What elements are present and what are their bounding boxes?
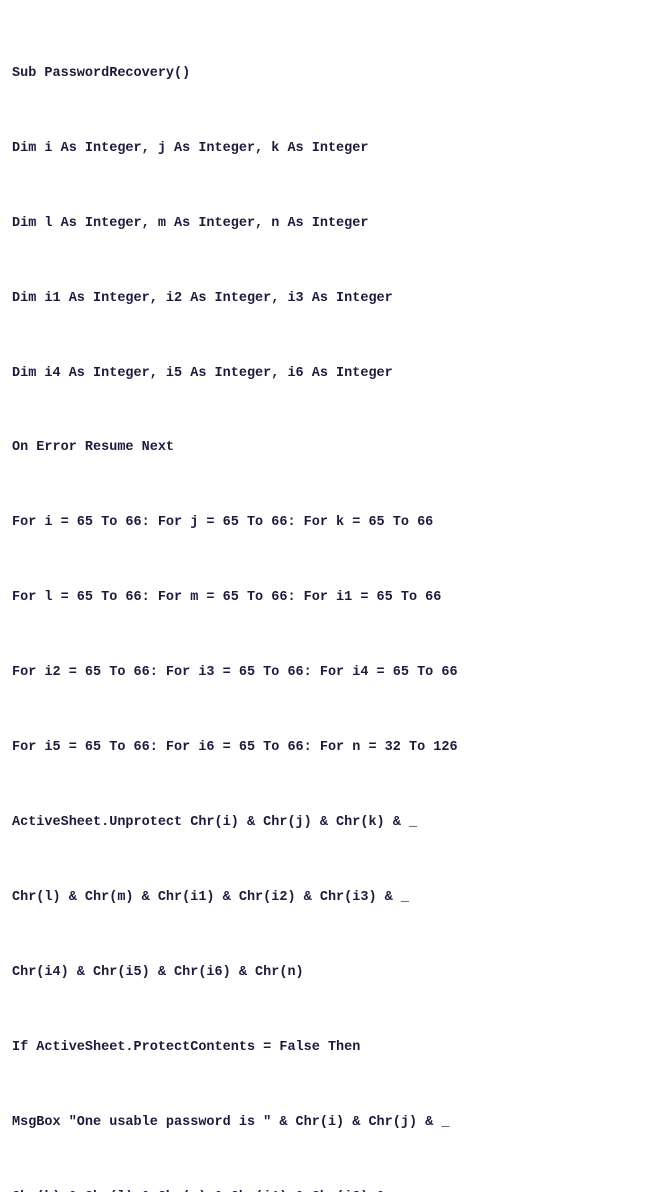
code-line: For i2 = 65 To 66: For i3 = 65 To 66: Fo…: [12, 661, 641, 686]
code-line: For i5 = 65 To 66: For i6 = 65 To 66: Fo…: [12, 736, 641, 761]
code-line: MsgBox "One usable password is " & Chr(i…: [12, 1111, 641, 1136]
code-line: Dim l As Integer, m As Integer, n As Int…: [12, 212, 641, 237]
vba-code-block: Sub PasswordRecovery() Dim i As Integer,…: [12, 12, 641, 1192]
code-line: Sub PasswordRecovery(): [12, 62, 641, 87]
code-line: Chr(l) & Chr(m) & Chr(i1) & Chr(i2) & Ch…: [12, 886, 641, 911]
code-line: Dim i4 As Integer, i5 As Integer, i6 As …: [12, 362, 641, 387]
code-line: ActiveSheet.Unprotect Chr(i) & Chr(j) & …: [12, 811, 641, 836]
code-line: Chr(i4) & Chr(i5) & Chr(i6) & Chr(n): [12, 961, 641, 986]
code-line: Dim i1 As Integer, i2 As Integer, i3 As …: [12, 287, 641, 312]
code-line: Chr(k) & Chr(l) & Chr(m) & Chr(i1) & Chr…: [12, 1186, 641, 1192]
code-line: For i = 65 To 66: For j = 65 To 66: For …: [12, 511, 641, 536]
code-line: Dim i As Integer, j As Integer, k As Int…: [12, 137, 641, 162]
code-line: For l = 65 To 66: For m = 65 To 66: For …: [12, 586, 641, 611]
code-line: On Error Resume Next: [12, 436, 641, 461]
code-line: If ActiveSheet.ProtectContents = False T…: [12, 1036, 641, 1061]
